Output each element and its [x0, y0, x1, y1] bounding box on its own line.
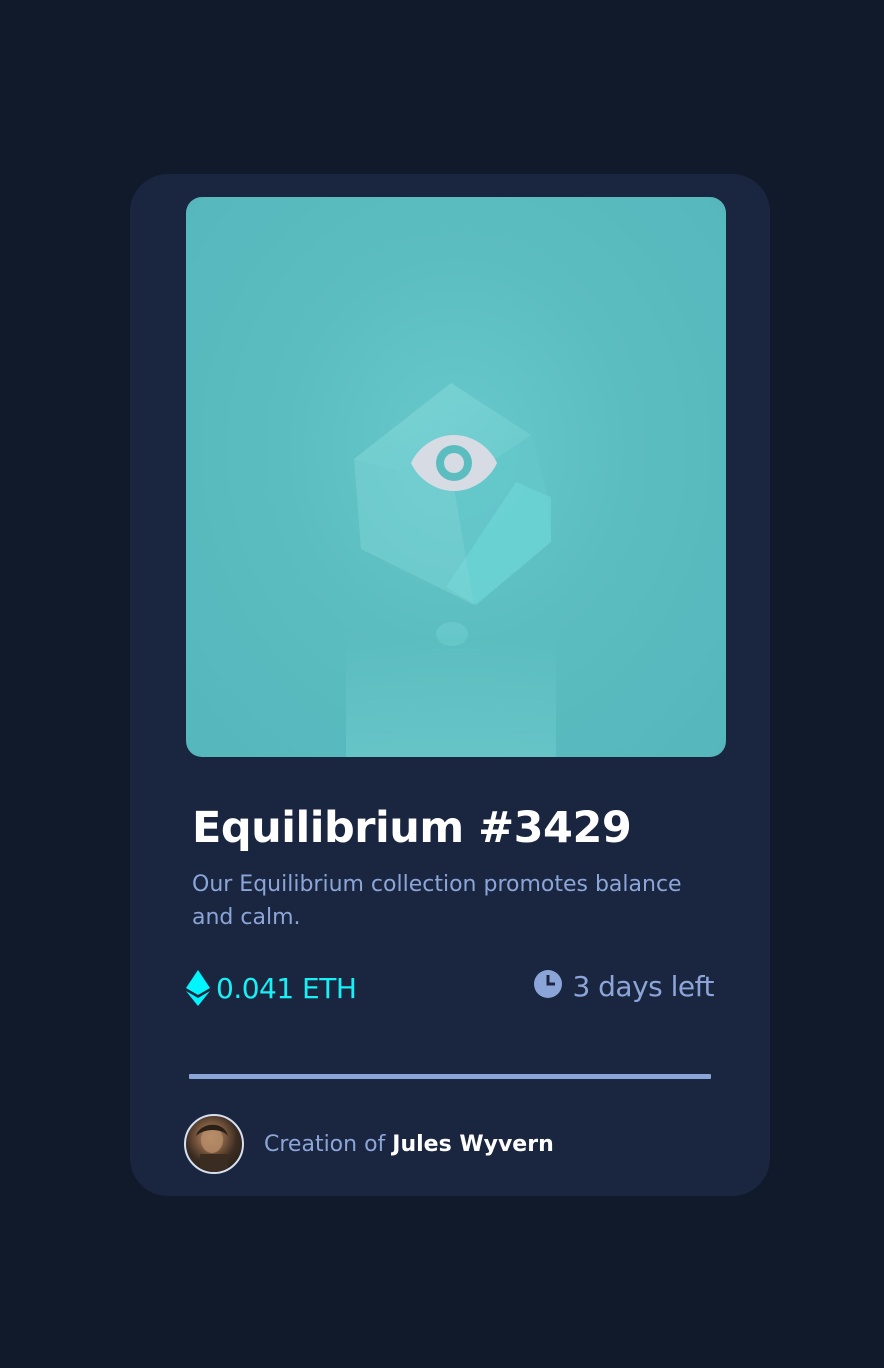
- avatar: [184, 1114, 244, 1174]
- nft-title[interactable]: Equilibrium #3429: [192, 800, 632, 856]
- ethereum-icon: [186, 970, 210, 1006]
- divider: [189, 1074, 711, 1079]
- creator-prefix: Creation of: [264, 1131, 386, 1157]
- creator-name-link[interactable]: Jules Wyvern: [392, 1132, 553, 1157]
- price-value: 0.041 ETH: [216, 971, 357, 1005]
- nft-image-link[interactable]: [186, 197, 726, 757]
- eye-icon: [411, 435, 497, 491]
- nft-preview-card: Equilibrium #3429 Our Equilibrium collec…: [130, 174, 770, 1196]
- nft-description: Our Equilibrium collection promotes bala…: [192, 872, 682, 930]
- time-left-value: 3 days left: [572, 970, 714, 1003]
- clock-icon: [534, 969, 563, 998]
- creator-info: Creation of Jules Wyvern: [184, 1114, 554, 1174]
- nft-price: 0.041 ETH: [186, 970, 357, 1006]
- time-remaining: 3 days left: [534, 969, 714, 1003]
- creator-line: Creation of Jules Wyvern: [264, 1132, 554, 1157]
